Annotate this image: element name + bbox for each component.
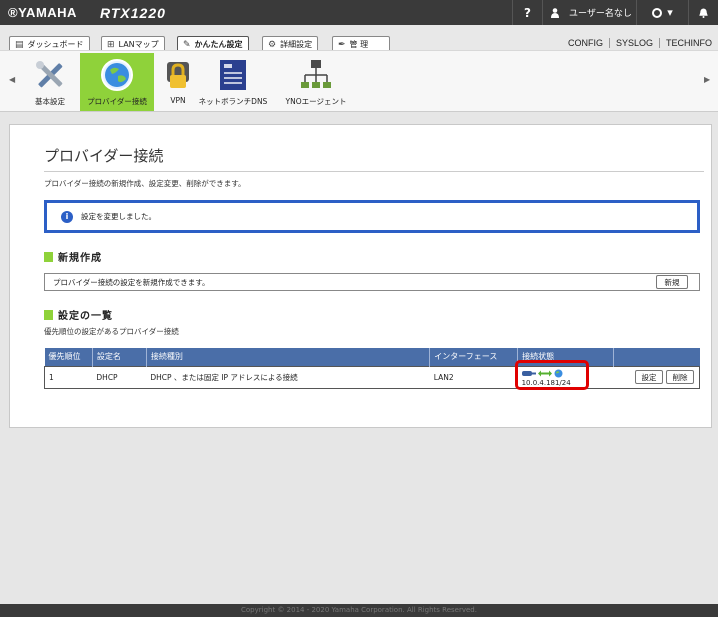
- status-ring-icon: [652, 7, 663, 18]
- col-priority: 優先順位: [44, 348, 93, 366]
- notice-box: i 設定を変更しました。: [44, 200, 700, 233]
- wrench-icon: ✒: [338, 39, 346, 50]
- globe-icon: [99, 57, 135, 93]
- scroll-left-arrow[interactable]: ◀: [9, 75, 15, 84]
- feature-basic-settings-label: 基本設定: [35, 97, 65, 106]
- new-button[interactable]: 新規: [656, 275, 688, 289]
- top-bar-actions: ? ユーザー名なし ▾: [512, 0, 718, 25]
- user-menu-button[interactable]: ユーザー名なし: [542, 0, 636, 25]
- feature-yno-agent-label: YNOエージェント: [285, 97, 347, 106]
- menu-dashboard-label: ダッシュボード: [27, 40, 84, 49]
- feature-provider-connection-label: プロバイダー接続: [87, 97, 147, 106]
- list-section-heading-text: 設定の一覧: [58, 311, 113, 322]
- help-button[interactable]: ?: [512, 0, 542, 25]
- dashboard-icon: ▤: [15, 39, 24, 50]
- feature-vpn[interactable]: VPN: [160, 53, 196, 111]
- user-icon: [551, 7, 559, 18]
- dns-service-icon: [215, 57, 251, 93]
- lock-icon: [160, 57, 196, 93]
- new-section-text: プロバイダー接続の設定を新規作成できます。: [53, 277, 210, 287]
- feature-basic-settings[interactable]: 基本設定: [24, 53, 76, 111]
- easy-setup-icon: ✎: [183, 39, 191, 50]
- row-status: 10.0.4.181/24: [514, 359, 614, 390]
- row-action-buttons: 設定 削除: [617, 370, 699, 384]
- table-header-row: 優先順位 設定名 接続種別 インターフェース 接続状態: [44, 348, 700, 366]
- row-interface: LAN2: [429, 365, 518, 389]
- bell-icon: [699, 8, 708, 18]
- feature-provider-connection[interactable]: プロバイダー接続: [80, 53, 154, 111]
- page-description: プロバイダー接続の新規作成、設定変更、削除ができます。: [44, 179, 246, 188]
- title-divider: [44, 171, 704, 172]
- model-name: RTX1220: [100, 4, 166, 21]
- tools-icon: [32, 57, 68, 93]
- row-priority: 1: [44, 365, 93, 389]
- feature-netvolante-dns-label: ネットボランチDNS: [198, 97, 268, 106]
- table-row: 1 DHCP DHCP 、または固定 IP アドレスによる接続 LAN2 10.…: [44, 359, 701, 390]
- menu-lan-map-label: LANマップ: [118, 40, 159, 49]
- col-interface: インターフェース: [429, 348, 519, 366]
- col-actions: [613, 348, 700, 366]
- notice-text: 設定を変更しました。: [81, 212, 156, 221]
- row-actions: 設定 削除: [613, 365, 701, 389]
- provider-table: 優先順位 設定名 接続種別 インターフェース 接続状態 1 DHCP DHCP …: [44, 348, 701, 390]
- scroll-right-arrow[interactable]: ▶: [704, 75, 710, 84]
- syslog-link[interactable]: SYSLOG: [608, 38, 659, 48]
- feature-icon-strip: ◀ ▶ 基本設定 プロバイダー接続 VPN ネットボランチDNS YNOエージェ…: [0, 50, 718, 112]
- user-name: ユーザー名なし: [569, 9, 632, 19]
- feature-yno-agent[interactable]: YNOエージェント: [276, 53, 356, 111]
- app-root: ®YAMAHA RTX1220 ? ユーザー名なし ▾ ▤ ダッシュボード ⊞ …: [0, 0, 718, 617]
- list-section-subtitle: 優先順位の設定があるプロバイダー接続: [44, 327, 179, 336]
- footer-copyright: Copyright © 2014 - 2020 Yamaha Corporati…: [0, 604, 718, 617]
- chevron-down-icon: ▾: [667, 6, 673, 19]
- row-name: DHCP: [92, 365, 147, 389]
- info-icon: i: [61, 210, 73, 223]
- new-section-heading-text: 新規作成: [58, 253, 102, 264]
- feature-vpn-label: VPN: [170, 96, 186, 105]
- main-panel: プロバイダー接続 プロバイダー接続の新規作成、設定変更、削除ができます。 i 設…: [9, 124, 712, 428]
- gear-icon: ⚙: [268, 39, 277, 50]
- col-type: 接続種別: [146, 348, 431, 366]
- col-name: 設定名: [92, 348, 147, 366]
- new-section-box: プロバイダー接続の設定を新規作成できます。 新規: [44, 273, 700, 291]
- top-links: CONFIG SYSLOG TECHINFO: [562, 38, 718, 48]
- status-menu-button[interactable]: ▾: [636, 0, 688, 25]
- status-highlight-box: [514, 359, 589, 390]
- page-title: プロバイダー接続: [44, 147, 164, 165]
- section-marker: [44, 251, 53, 262]
- menu-management-label: 管 理: [349, 40, 369, 49]
- config-link[interactable]: CONFIG: [562, 38, 609, 48]
- delete-button[interactable]: 削除: [666, 370, 694, 384]
- row-type: DHCP 、または固定 IP アドレスによる接続: [146, 365, 430, 389]
- menu-advanced-settings-label: 詳細設定: [280, 40, 313, 49]
- brand-logo: ®YAMAHA: [8, 5, 77, 20]
- network-agent-icon: [298, 57, 334, 93]
- section-marker: [44, 309, 53, 320]
- feature-netvolante-dns[interactable]: ネットボランチDNS: [198, 53, 268, 111]
- lan-map-icon: ⊞: [107, 39, 115, 50]
- menu-easy-setup-label: かんたん設定: [194, 40, 243, 49]
- new-section-heading: 新規作成: [44, 249, 102, 264]
- techinfo-link[interactable]: TECHINFO: [659, 38, 718, 48]
- list-section-heading: 設定の一覧: [44, 307, 113, 322]
- edit-button[interactable]: 設定: [635, 370, 663, 384]
- top-bar: ®YAMAHA RTX1220 ? ユーザー名なし ▾: [0, 0, 718, 25]
- notification-button[interactable]: [688, 0, 718, 25]
